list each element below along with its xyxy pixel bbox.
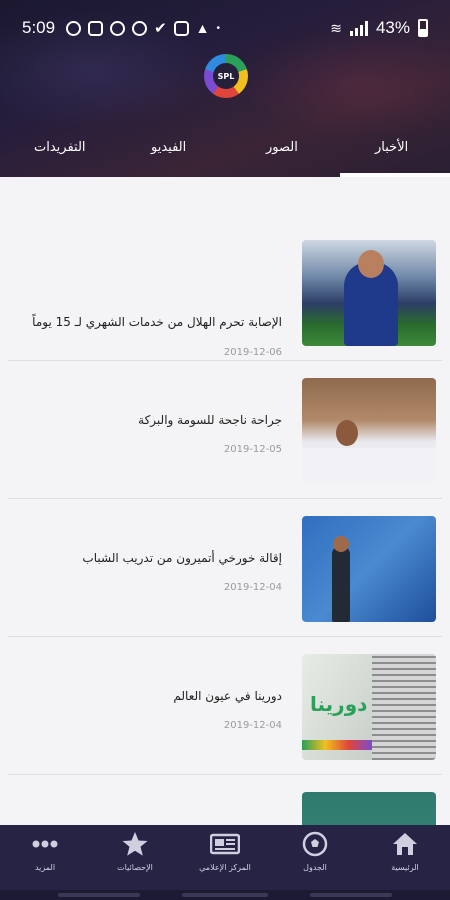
nav-label: الرئيسية xyxy=(391,863,419,872)
tab-photos[interactable]: الصور xyxy=(266,140,298,155)
news-title[interactable]: جراحة ناجحة للسومة والبركة xyxy=(22,413,282,427)
news-title[interactable]: دورينا في عيون العالم xyxy=(22,689,282,703)
nav-table[interactable]: الجدول xyxy=(270,831,360,872)
sync-icon xyxy=(132,20,148,36)
news-item[interactable]: إقالة خورخي أتميرون من تدريب الشباب 2019… xyxy=(8,499,442,637)
news-date: 2019-12-04 xyxy=(223,720,282,731)
wifi-icon: ≋ xyxy=(330,19,342,36)
active-tab-indicator xyxy=(340,173,450,177)
nav-label: المركز الإعلامي xyxy=(199,863,251,872)
news-item[interactable]: جراحة ناجحة للسومة والبركة 2019-12-05 xyxy=(8,361,442,499)
logo-text: SPL xyxy=(213,63,239,89)
nav-label: المزيد xyxy=(34,863,56,872)
news-item[interactable] xyxy=(8,775,442,825)
thumbnail-caption: دورينا xyxy=(310,692,368,716)
dot-icon: • xyxy=(216,22,221,34)
news-item[interactable]: دورينا دورينا في عيون العالم 2019-12-04 xyxy=(8,637,442,775)
star-icon xyxy=(122,832,148,856)
news-thumbnail[interactable] xyxy=(302,240,436,346)
bottom-navigation: الرئيسية الجدول المركز الإعلامي الإحصائي… xyxy=(0,825,450,900)
nav-label: الإحصائيات xyxy=(117,863,153,872)
image-icon xyxy=(173,20,189,36)
status-time: 5:09 xyxy=(22,18,56,37)
news-thumbnail[interactable]: دورينا xyxy=(302,654,436,760)
nav-more[interactable]: المزيد xyxy=(0,831,90,872)
signal-icon xyxy=(349,20,368,36)
league-logo: SPL xyxy=(204,54,248,98)
battery-percent: 43% xyxy=(375,18,410,37)
more-icon xyxy=(32,840,58,848)
tab-news[interactable]: الأخبار xyxy=(375,140,408,155)
nav-statistics[interactable]: الإحصائيات xyxy=(90,831,180,872)
tab-bar: الأخبار الصور الفيديو التفريدات xyxy=(0,130,450,177)
camera-icon xyxy=(110,20,126,36)
battery-icon xyxy=(418,19,428,37)
news-date: 2019-12-06 xyxy=(223,347,282,358)
news-thumbnail[interactable] xyxy=(302,378,436,484)
header: 5:09 ✔ ▲ • ≋ 43% SPL الأخبار الصور الفيد… xyxy=(0,0,450,177)
news-title[interactable]: إقالة خورخي أتميرون من تدريب الشباب xyxy=(22,551,282,565)
home-icon xyxy=(393,833,417,855)
news-title[interactable]: الإصابة تحرم الهلال من خدمات الشهري لـ 1… xyxy=(22,315,282,329)
system-navigation-bar xyxy=(0,890,450,900)
news-date: 2019-12-04 xyxy=(223,582,282,593)
news-thumbnail[interactable] xyxy=(302,516,436,622)
status-bar: 5:09 ✔ ▲ • ≋ 43% xyxy=(0,0,450,56)
check-icon: ✔ xyxy=(154,20,167,37)
nav-home[interactable]: الرئيسية xyxy=(360,831,450,872)
tab-video[interactable]: الفيديو xyxy=(151,140,186,155)
whatsapp-icon xyxy=(66,20,82,36)
news-thumbnail[interactable] xyxy=(302,792,436,825)
tab-exclusive[interactable]: التفريدات xyxy=(34,140,86,155)
instagram-icon xyxy=(88,20,104,36)
nav-label: الجدول xyxy=(303,863,327,872)
news-list[interactable]: الإصابة تحرم الهلال من خدمات الشهري لـ 1… xyxy=(0,177,450,825)
newspaper-icon xyxy=(210,833,240,855)
ball-icon xyxy=(302,831,328,857)
drive-icon: ▲ xyxy=(195,20,210,36)
news-date: 2019-12-05 xyxy=(223,444,282,455)
nav-media-center[interactable]: المركز الإعلامي xyxy=(180,831,270,872)
news-item[interactable]: الإصابة تحرم الهلال من خدمات الشهري لـ 1… xyxy=(8,223,442,361)
